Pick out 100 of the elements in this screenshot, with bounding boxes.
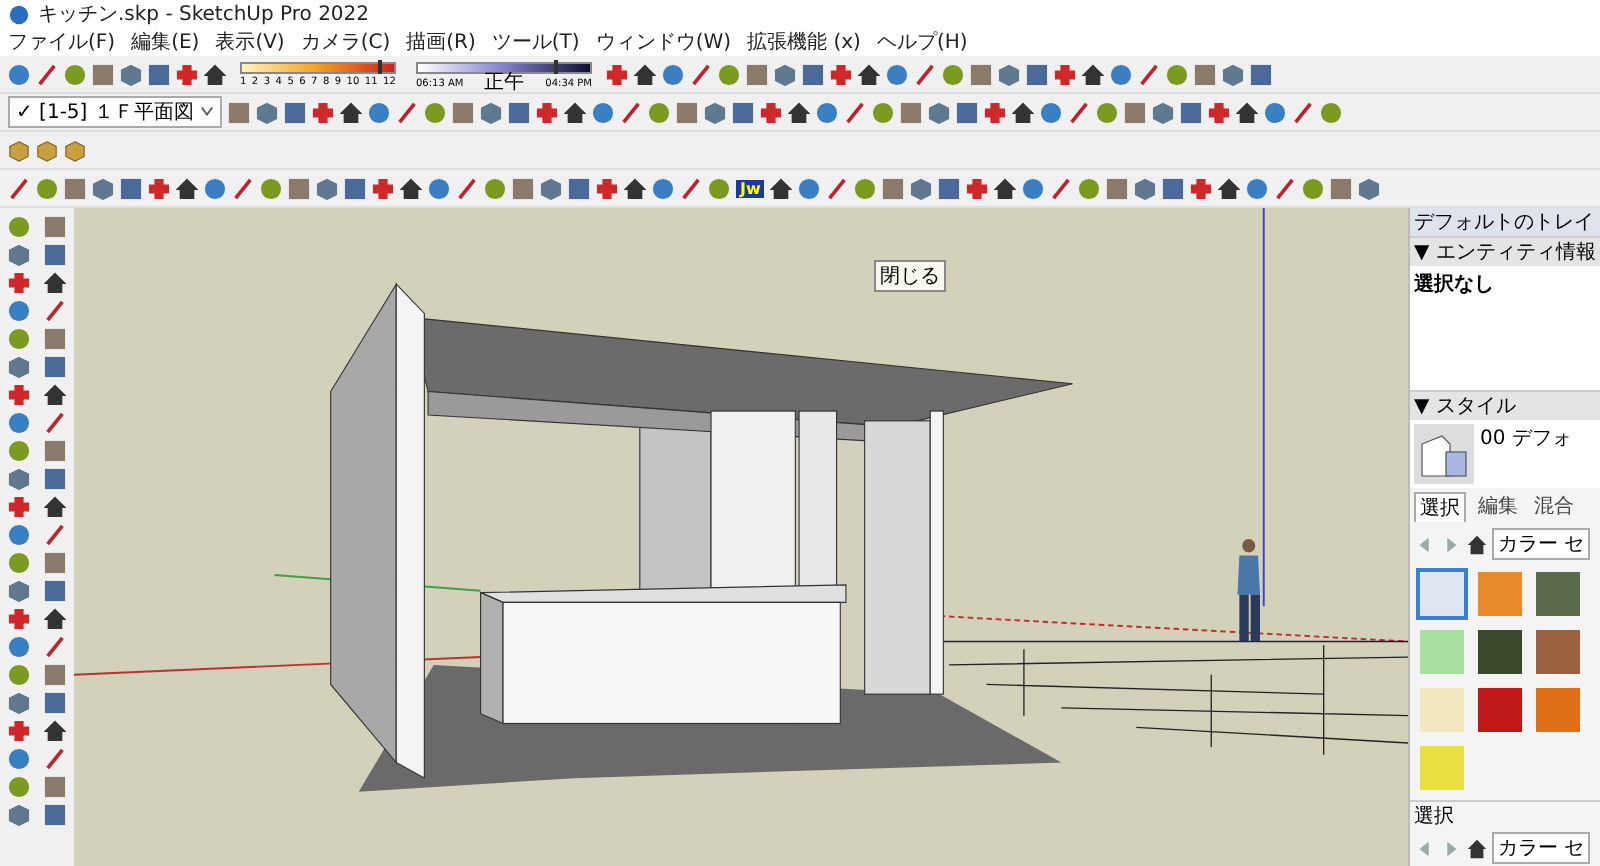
square-icon[interactable] (288, 177, 310, 199)
square-icon[interactable] (1180, 101, 1203, 123)
menu-item[interactable]: 描画(R) (406, 28, 476, 56)
cross-icon[interactable] (1054, 63, 1076, 85)
cube-icon[interactable] (1358, 177, 1381, 199)
square-icon[interactable] (43, 552, 66, 574)
circle-icon[interactable] (8, 748, 31, 770)
square-icon[interactable] (43, 804, 66, 826)
square-icon[interactable] (120, 177, 142, 199)
circle-icon[interactable] (886, 63, 908, 85)
cross-icon[interactable] (1208, 101, 1231, 123)
cube-icon[interactable] (928, 101, 951, 123)
square-icon[interactable] (43, 328, 66, 350)
menu-item[interactable]: 表示(V) (215, 28, 285, 56)
square-icon[interactable] (568, 177, 590, 199)
house-icon[interactable] (204, 63, 226, 85)
square-icon[interactable] (148, 63, 170, 85)
cross-icon[interactable] (8, 720, 31, 742)
square-icon[interactable] (43, 664, 66, 686)
square-icon[interactable] (1162, 177, 1185, 199)
cross-icon[interactable] (8, 384, 31, 406)
cube-icon[interactable] (8, 692, 31, 714)
circle-icon[interactable] (798, 177, 821, 199)
square-icon[interactable] (1194, 63, 1216, 85)
square-icon[interactable] (43, 468, 66, 490)
cross-icon[interactable] (8, 496, 31, 518)
tab[interactable]: 選択 (1414, 492, 1466, 522)
cross-icon[interactable] (830, 63, 852, 85)
circle-icon[interactable] (204, 177, 226, 199)
cross-icon[interactable] (176, 63, 198, 85)
panel-header[interactable]: ▼ スタイル (1410, 390, 1600, 420)
cube-icon[interactable] (540, 177, 562, 199)
cube-icon[interactable] (1222, 63, 1244, 85)
menu-item[interactable]: ツール(T) (491, 28, 580, 56)
cube-icon[interactable] (120, 63, 142, 85)
circle-icon[interactable] (428, 177, 450, 199)
circle-icon[interactable] (1040, 101, 1063, 123)
circle-icon[interactable] (652, 177, 674, 199)
cross-icon[interactable] (536, 101, 559, 123)
cube-icon[interactable] (910, 177, 933, 199)
square-icon[interactable] (508, 101, 531, 123)
menu-item[interactable]: ファイル(F) (8, 28, 116, 56)
cube-icon[interactable] (256, 101, 279, 123)
cube-icon[interactable] (8, 139, 30, 161)
house-icon[interactable] (770, 177, 793, 199)
cross-icon[interactable] (596, 177, 618, 199)
cube-icon[interactable] (8, 580, 31, 602)
circle-icon[interactable] (1246, 177, 1269, 199)
square-icon[interactable] (43, 580, 66, 602)
square-icon[interactable] (882, 177, 905, 199)
home-icon[interactable] (1466, 533, 1488, 555)
house-icon[interactable] (43, 496, 66, 518)
circle-icon[interactable] (8, 636, 31, 658)
house-icon[interactable] (564, 101, 587, 123)
cube-icon[interactable] (8, 804, 31, 826)
menu-item[interactable]: 拡張機能 (x) (747, 28, 861, 56)
house-icon[interactable] (1012, 101, 1035, 123)
house-icon[interactable] (634, 63, 656, 85)
cube-icon[interactable] (316, 177, 338, 199)
menu-item[interactable]: ウィンドウ(W) (595, 28, 732, 56)
square-icon[interactable] (938, 177, 961, 199)
house-icon[interactable] (1082, 63, 1104, 85)
square-icon[interactable] (43, 356, 66, 378)
house-icon[interactable] (176, 177, 198, 199)
style-swatch[interactable] (1416, 568, 1468, 620)
square-icon[interactable] (1106, 177, 1129, 199)
house-icon[interactable] (624, 177, 646, 199)
cube-icon[interactable] (1134, 177, 1157, 199)
house-icon[interactable] (788, 101, 811, 123)
cube-icon[interactable] (8, 244, 31, 266)
square-icon[interactable] (1250, 63, 1272, 85)
circle-icon[interactable] (662, 63, 684, 85)
square-icon[interactable] (344, 177, 366, 199)
square-icon[interactable] (732, 101, 755, 123)
house-icon[interactable] (43, 384, 66, 406)
cube-icon[interactable] (8, 356, 31, 378)
cube-icon[interactable] (1152, 101, 1175, 123)
circle-icon[interactable] (816, 101, 839, 123)
cross-icon[interactable] (984, 101, 1007, 123)
house-icon[interactable] (858, 63, 880, 85)
circle-icon[interactable] (592, 101, 615, 123)
cube-icon[interactable] (36, 139, 58, 161)
square-icon[interactable] (676, 101, 699, 123)
menu-item[interactable]: ヘルプ(H) (876, 28, 968, 56)
cube-icon[interactable] (704, 101, 727, 123)
cross-icon[interactable] (8, 272, 31, 294)
house-icon[interactable] (43, 608, 66, 630)
square-icon[interactable] (284, 101, 307, 123)
circle-icon[interactable] (368, 101, 391, 123)
cube-icon[interactable] (92, 177, 114, 199)
slider-thumb[interactable] (553, 59, 558, 73)
cross-icon[interactable] (312, 101, 335, 123)
house-icon[interactable] (1218, 177, 1241, 199)
square-icon[interactable] (900, 101, 923, 123)
home-icon[interactable] (1466, 837, 1488, 859)
circle-icon[interactable] (1264, 101, 1287, 123)
tab[interactable]: 編集 (1474, 492, 1522, 522)
house-icon[interactable] (340, 101, 363, 123)
square-icon[interactable] (512, 177, 534, 199)
circle-icon[interactable] (8, 300, 31, 322)
